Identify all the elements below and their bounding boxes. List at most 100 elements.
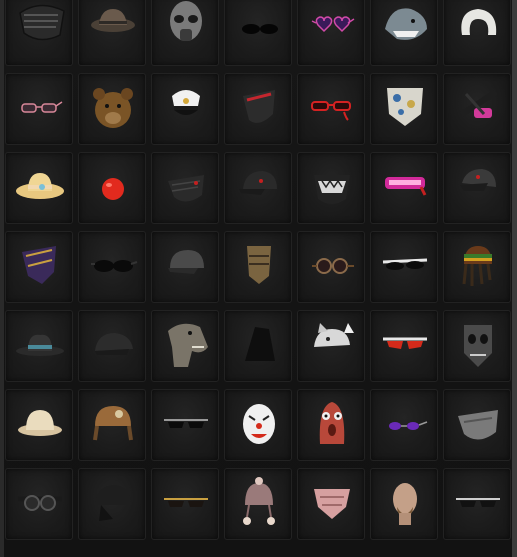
clown-mask-icon xyxy=(243,404,275,444)
worm-mask-icon xyxy=(319,402,345,444)
goggles-icon xyxy=(18,495,62,511)
item-slot[interactable] xyxy=(443,231,511,303)
item-slot[interactable] xyxy=(151,468,219,540)
shark-head-icon xyxy=(385,8,427,40)
travel-pillow-icon xyxy=(461,9,497,35)
item-slot[interactable] xyxy=(224,0,292,66)
aviator-hat-icon xyxy=(93,406,133,441)
item-slot[interactable] xyxy=(78,0,146,66)
item-slot[interactable] xyxy=(78,310,146,382)
hood-icon xyxy=(245,327,275,361)
teeth-mask-icon xyxy=(314,175,350,204)
item-slot[interactable] xyxy=(151,389,219,461)
item-slot[interactable] xyxy=(297,231,365,303)
item-slot[interactable] xyxy=(443,389,511,461)
pith-helmet-icon xyxy=(18,410,62,436)
item-slot[interactable] xyxy=(78,231,146,303)
item-slot[interactable] xyxy=(151,310,219,382)
item-slot[interactable] xyxy=(78,152,146,224)
black-shades-icon xyxy=(91,260,138,272)
item-slot[interactable] xyxy=(370,73,438,145)
gas-mask-icon xyxy=(170,1,202,41)
item-slot[interactable] xyxy=(224,152,292,224)
item-slot[interactable] xyxy=(224,310,292,382)
item-slot[interactable] xyxy=(443,468,511,540)
item-slot[interactable] xyxy=(151,231,219,303)
skull-mask-icon xyxy=(464,325,492,367)
item-slot[interactable] xyxy=(370,389,438,461)
item-slot[interactable] xyxy=(5,73,73,145)
item-slot[interactable] xyxy=(297,152,365,224)
white-shades-icon xyxy=(382,258,428,270)
dinosaur-head-icon xyxy=(168,323,208,367)
panel-edge xyxy=(0,0,4,557)
gray-face-mask-icon xyxy=(458,410,498,440)
bucket-hat-icon xyxy=(91,9,135,32)
item-slot[interactable] xyxy=(370,0,438,66)
dark-sunglasses-icon xyxy=(242,24,278,34)
item-slot[interactable] xyxy=(297,310,365,382)
item-slot[interactable] xyxy=(78,73,146,145)
item-slot[interactable] xyxy=(443,310,511,382)
steampunk-goggles-icon xyxy=(312,258,354,274)
item-slot[interactable] xyxy=(297,468,365,540)
item-slot[interactable] xyxy=(78,389,146,461)
item-slot[interactable] xyxy=(5,389,73,461)
pink-goggles-icon xyxy=(460,89,498,118)
pink-glasses-icon xyxy=(21,101,63,113)
item-slot[interactable] xyxy=(443,0,511,66)
black-cap-red-icon xyxy=(460,169,496,191)
wrap-shades-icon xyxy=(164,419,208,428)
cat-ear-hat-icon xyxy=(314,323,354,347)
purple-glasses-icon xyxy=(389,421,428,430)
dreadlock-beanie-icon xyxy=(462,246,492,286)
item-slot[interactable] xyxy=(443,152,511,224)
item-slot[interactable] xyxy=(151,0,219,66)
item-slot[interactable] xyxy=(297,73,365,145)
scrollbar[interactable] xyxy=(512,0,517,557)
silver-shades-icon xyxy=(456,498,500,507)
item-grid xyxy=(5,0,511,551)
leather-cap-icon xyxy=(95,485,131,521)
item-slot[interactable] xyxy=(370,152,438,224)
bandana-icon xyxy=(387,88,423,126)
captain-hat-icon xyxy=(172,90,200,115)
gold-shades-icon xyxy=(164,498,208,507)
red-face-mask-icon xyxy=(243,90,275,123)
fedora-icon xyxy=(16,334,64,356)
item-slot[interactable] xyxy=(443,73,511,145)
item-slot[interactable] xyxy=(5,468,73,540)
item-slot[interactable] xyxy=(224,389,292,461)
item-slot[interactable] xyxy=(297,389,365,461)
item-slot[interactable] xyxy=(5,231,73,303)
item-slot[interactable] xyxy=(224,231,292,303)
heart-glasses-icon xyxy=(311,16,355,33)
tactical-mask-icon xyxy=(19,4,65,41)
bald-head-icon xyxy=(393,483,417,525)
item-slot[interactable] xyxy=(224,468,292,540)
item-slot[interactable] xyxy=(370,468,438,540)
straw-sunhat-icon xyxy=(16,173,64,199)
black-cap-icon xyxy=(239,171,277,195)
clown-nose-icon xyxy=(102,178,124,200)
pom-beanie-icon xyxy=(243,477,275,525)
gold-mask-icon xyxy=(22,246,56,284)
bear-head-icon xyxy=(93,88,133,128)
item-slot[interactable] xyxy=(151,152,219,224)
item-slot[interactable] xyxy=(78,468,146,540)
item-slot[interactable] xyxy=(5,310,73,382)
item-slot[interactable] xyxy=(370,310,438,382)
pink-visor-icon xyxy=(385,177,427,196)
item-slot[interactable] xyxy=(5,0,73,66)
item-slot[interactable] xyxy=(151,73,219,145)
red-sport-shades-icon xyxy=(383,337,427,349)
flat-cap-icon xyxy=(95,333,133,355)
inventory-panel: ^ xyxy=(0,0,517,557)
face-mask-icon xyxy=(168,175,204,202)
item-slot[interactable] xyxy=(224,73,292,145)
pink-scarf-icon xyxy=(314,489,350,519)
item-slot[interactable] xyxy=(297,0,365,66)
item-slot[interactable] xyxy=(5,152,73,224)
item-slot[interactable] xyxy=(370,231,438,303)
scarf-mask-icon xyxy=(247,246,271,284)
